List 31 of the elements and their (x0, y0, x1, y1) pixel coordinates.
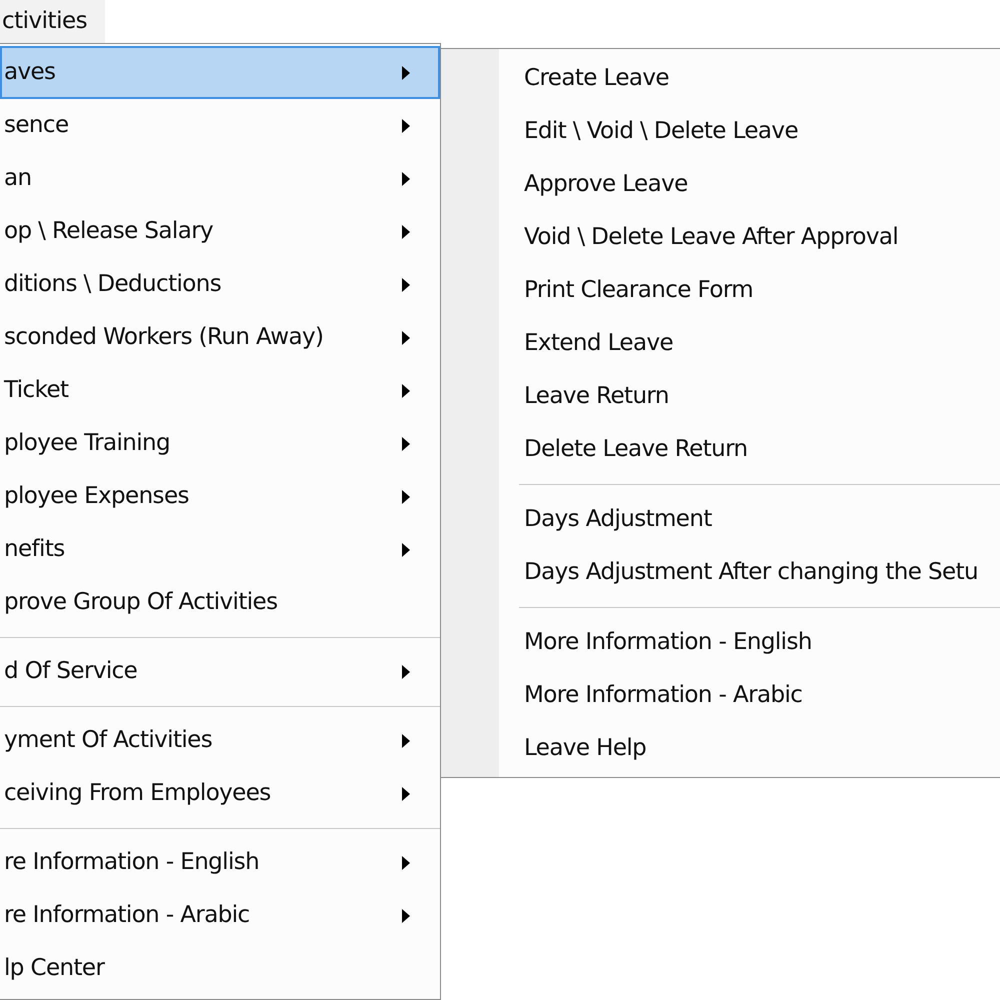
menu-item[interactable]: re Information - English (0, 836, 440, 889)
menu-item[interactable]: ployee Training (0, 417, 440, 470)
submenu-item[interactable]: Delete Leave Return (441, 423, 1000, 476)
submenu-item[interactable]: Edit \ Void \ Delete Leave (441, 105, 1000, 158)
submenu-item[interactable]: Leave Help (441, 722, 1000, 775)
menu-item[interactable]: lp Center (0, 942, 440, 995)
menu-item[interactable]: d Of Service (0, 645, 440, 698)
menu-item[interactable]: sence (0, 99, 440, 152)
submenu-item[interactable]: More Information - English (441, 616, 1000, 669)
menu-item[interactable]: sconded Workers (Run Away) (0, 311, 440, 364)
submenu-item[interactable]: Days Adjustment (441, 493, 1000, 546)
menu-item[interactable]: re Information - Arabic (0, 889, 440, 942)
submenu-item[interactable]: More Information - Arabic (441, 669, 1000, 722)
menu-item[interactable]: ceiving From Employees (0, 767, 440, 820)
submenu-item[interactable]: Print Clearance Form (441, 264, 1000, 317)
submenu-item[interactable]: Create Leave (441, 52, 1000, 105)
menu-item[interactable]: prove Group Of Activities (0, 576, 440, 629)
menu-item[interactable]: an (0, 152, 440, 205)
menu-item[interactable]: ditions \ Deductions (0, 258, 440, 311)
menu-bar-tab[interactable]: ctivities (0, 0, 105, 43)
menu-item[interactable]: nefits (0, 523, 440, 576)
menu-item[interactable]: op \ Release Salary (0, 205, 440, 258)
menu-item[interactable]: Ticket (0, 364, 440, 417)
submenu-item[interactable]: Leave Return (441, 370, 1000, 423)
menu-item[interactable]: aves (0, 46, 440, 99)
submenu-item[interactable]: Void \ Delete Leave After Approval (441, 211, 1000, 264)
submenu-item[interactable]: Days Adjustment After changing the Setu (441, 546, 1000, 599)
menu-item[interactable]: yment Of Activities (0, 714, 440, 767)
menu-item[interactable]: ployee Expenses (0, 470, 440, 523)
submenu-item[interactable]: Approve Leave (441, 158, 1000, 211)
submenu-item[interactable]: Extend Leave (441, 317, 1000, 370)
